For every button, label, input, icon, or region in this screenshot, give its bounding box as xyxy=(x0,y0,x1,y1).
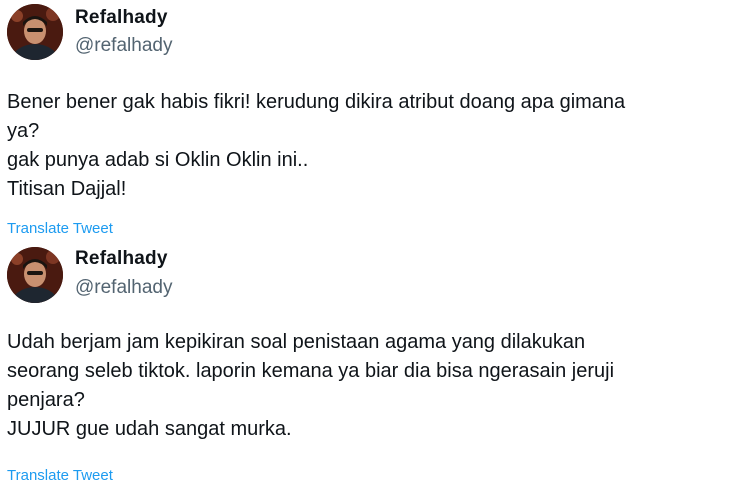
tweet-text-line: seorang seleb tiktok. laporin kemana ya … xyxy=(7,360,615,382)
tweet-text-line: Titisan Dajjal! xyxy=(7,178,127,200)
author-handle[interactable]: @refalhady xyxy=(75,35,172,57)
tweet-text-line: Udah berjam jam kepikiran soal penistaan… xyxy=(7,331,586,353)
tweet-text-line: penjara? xyxy=(7,389,85,411)
translate-tweet-link[interactable]: Translate Tweet xyxy=(7,220,113,237)
author-handle[interactable]: @refalhady xyxy=(75,277,172,299)
tweet-text: Bener bener gak habis fikri! kerudung di… xyxy=(7,88,742,204)
translate-tweet-link[interactable]: Translate Tweet xyxy=(7,467,113,484)
tweet-text-line: ya? xyxy=(7,120,40,142)
tweet-text-line: JUJUR gue udah sangat murka. xyxy=(7,418,292,440)
avatar[interactable] xyxy=(7,4,63,60)
tweet: Refalhady @refalhady Bener bener gak hab… xyxy=(0,0,745,243)
tweet-text: Udah berjam jam kepikiran soal penistaan… xyxy=(7,328,742,444)
tweet-text-line: gak punya adab si Oklin Oklin ini.. xyxy=(7,149,309,171)
author-name[interactable]: Refalhady xyxy=(75,7,168,29)
avatar[interactable] xyxy=(7,247,63,303)
tweet-text-line: Bener bener gak habis fikri! kerudung di… xyxy=(7,91,626,113)
tweet: Refalhady @refalhady Udah berjam jam kep… xyxy=(0,243,745,489)
author-name[interactable]: Refalhady xyxy=(75,248,168,270)
